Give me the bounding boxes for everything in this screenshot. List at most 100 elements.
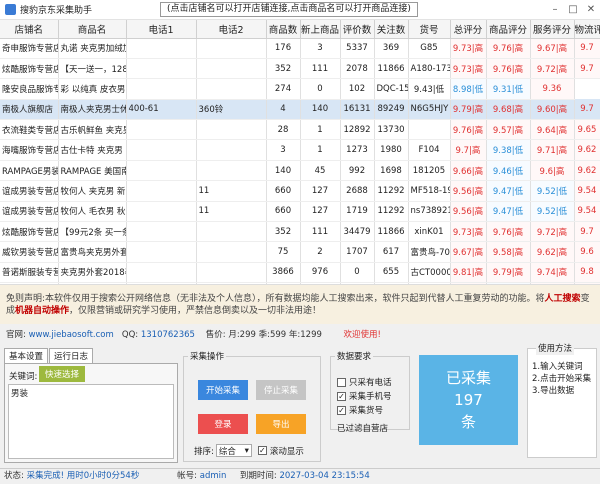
table-cell: 9.54: [574, 180, 600, 202]
table-cell[interactable]: 奇申服饰专营店: [0, 38, 59, 59]
table-row[interactable]: 谊成男装专营店 牧何人 毛衣男 秋 11 660 127 1719 11292 ns73892…: [0, 201, 600, 223]
maximize-icon[interactable]: □: [564, 4, 582, 15]
table-cell: 127: [300, 180, 341, 202]
table-row[interactable]: 炫酷服饰专营店 【99元2条 买一条 352 111 34479 11866 xinK01 9…: [0, 221, 600, 243]
column-header[interactable]: 电话2: [196, 20, 267, 39]
qq-link[interactable]: 1310762365: [141, 330, 195, 340]
table-cell[interactable]: 谊成男装专营店: [0, 201, 59, 223]
table-cell: MF518-19: [408, 180, 451, 202]
column-header[interactable]: 服务评分: [530, 20, 575, 39]
table-cell: [196, 241, 267, 263]
column-header[interactable]: 总评分: [450, 20, 487, 39]
phone-only-checkbox[interactable]: [337, 377, 346, 387]
stop-collect-button[interactable]: 停止采集: [256, 380, 306, 400]
table-cell: 9.76|高: [486, 58, 531, 80]
column-header[interactable]: 新上商品: [300, 20, 341, 39]
column-header[interactable]: 物流评: [574, 20, 600, 39]
table-row[interactable]: 谊成男装专营店 牧何人 夹克男 新 11 660 127 2688 11292 MF518-1…: [0, 180, 600, 202]
table-cell: 9.68|高: [486, 99, 531, 121]
table-row[interactable]: 威钦男装专营店 富贵鸟夹克男外套 75 2 1707 617 富贵鸟-70 9.67|高 9.5…: [0, 241, 600, 263]
website-link[interactable]: www.jiebaosoft.com: [29, 330, 114, 340]
table-cell: 9.7|高: [450, 139, 487, 161]
table-cell[interactable]: 丸诺 夹克男加绒加: [58, 38, 127, 59]
keywords-panel: 关键词: 快速选择 男装: [4, 363, 178, 463]
table-row[interactable]: 隆安良品服饰专营店彩 以纯真 皮衣男 2740102DQC-15669.43|低8…: [0, 78, 600, 100]
table-cell: 11: [196, 201, 267, 223]
table-cell: 9.65: [574, 119, 600, 141]
close-icon[interactable]: ✕: [582, 4, 600, 15]
table-cell: 9.76|高: [450, 119, 487, 141]
table-cell[interactable]: RAMPAGE 美国南: [58, 160, 127, 182]
table-cell[interactable]: 威钦男装专营店: [0, 241, 59, 263]
table-cell[interactable]: 南极人夹克男士休: [58, 99, 127, 121]
table-cell[interactable]: 【天一送一，128: [58, 58, 127, 80]
table-row[interactable]: 南极人旗舰店 南极人夹克男士休 400-61 360铃 4 140 16131 89249 N6…: [0, 99, 600, 121]
table-cell: 1: [300, 139, 341, 161]
column-header[interactable]: 商品数: [266, 20, 301, 39]
sort-select[interactable]: 综合 ▾: [215, 444, 252, 457]
table-cell[interactable]: 南极人旗舰店: [0, 99, 59, 121]
table-row[interactable]: 炫酷服饰专营店 【天一送一，128 352 111 2078 11866 A180-173 9…: [0, 58, 600, 80]
table-cell[interactable]: 彩 以纯真 皮衣男: [58, 78, 127, 100]
scroll-checkbox[interactable]: ✓: [257, 446, 267, 455]
table-cell[interactable]: 炫酷服饰专营店: [0, 58, 59, 80]
results-grid[interactable]: 店铺名 商品名 电话1 电话2 商品数 新上商品 评价数 关注数 货号 总评分 商品评分 服务评分 物流…: [0, 20, 600, 284]
column-header[interactable]: 关注数: [374, 20, 409, 39]
minimize-icon[interactable]: –: [546, 4, 564, 15]
table-cell: 34479: [340, 221, 375, 243]
table-cell: [196, 58, 267, 80]
table-cell: 11866: [374, 221, 409, 243]
table-cell[interactable]: RAMPAGE男装旗: [0, 160, 59, 182]
table-cell: 976: [300, 262, 341, 284]
table-cell[interactable]: 隆安良品服饰专营店: [0, 78, 59, 100]
table-cell[interactable]: 谊成男装专营店: [0, 180, 59, 202]
table-cell: 9.76|高: [486, 221, 531, 243]
table-cell[interactable]: 炫酷服饰专营店: [0, 221, 59, 243]
table-cell[interactable]: 古仕卡特 夹克男: [58, 139, 127, 161]
tab-run-log[interactable]: 运行日志: [49, 348, 94, 364]
table-cell[interactable]: 夹克男外套2018春: [58, 262, 127, 284]
table-cell[interactable]: 牧何人 夹克男 新: [58, 180, 127, 202]
export-button[interactable]: 导出: [256, 414, 306, 434]
login-button[interactable]: 登录: [198, 414, 248, 434]
table-cell: 0: [300, 78, 341, 100]
table-row[interactable]: 衣流鞋类专营店 古乐帆鲜鱼 夹克男 28 1 12892 13730 9.76|高 9.57|…: [0, 119, 600, 141]
table-cell[interactable]: 【99元2条 买一条: [58, 221, 127, 243]
table-cell: 9.74|高: [530, 262, 575, 284]
table-cell[interactable]: 牧何人 毛衣男 秋: [58, 201, 127, 223]
column-header[interactable]: 货号: [408, 20, 451, 39]
collect-sku-checkbox[interactable]: ✓: [337, 405, 346, 415]
table-cell[interactable]: 古乐帆鲜鱼 夹克男: [58, 119, 127, 141]
column-header[interactable]: 商品评分: [486, 20, 531, 39]
status-text: 采集完成! 用时0小时0分54秒: [26, 471, 140, 481]
table-row[interactable]: RAMPAGE男装旗RAMPAGE 美国南1404599216981812059…: [0, 160, 600, 182]
table-cell: 9.52|低: [530, 180, 575, 202]
table-row[interactable]: 海嘴服饰专营店 古仕卡特 夹克男 3 1 1273 1980 F104 9.7|高 9.38|低…: [0, 139, 600, 161]
column-header[interactable]: 电话1: [126, 20, 197, 39]
column-header[interactable]: 店铺名: [0, 20, 59, 39]
table-cell: 11: [196, 180, 267, 202]
table-cell: 660: [266, 201, 301, 223]
tab-basic-settings[interactable]: 基本设置: [4, 348, 49, 364]
table-cell[interactable]: 普诺斯服装专营店: [0, 262, 59, 284]
quick-select-button[interactable]: 快速选择: [39, 366, 86, 382]
collect-phone-checkbox[interactable]: ✓: [337, 391, 346, 401]
keywords-input[interactable]: 男装: [8, 384, 174, 459]
table-cell: [126, 180, 197, 202]
table-cell: 9.31|低: [486, 78, 531, 100]
table-cell: [196, 262, 267, 284]
table-cell: 9.73|高: [450, 221, 487, 243]
table-cell: 9.7: [574, 99, 600, 121]
table-row[interactable]: 奇申服饰专营店 丸诺 夹克男加绒加 176 3 5337 369 G85 9.73|高 9.76…: [0, 38, 600, 59]
table-cell: 2078: [340, 58, 375, 80]
table-cell[interactable]: 海嘴服饰专营店: [0, 139, 59, 161]
column-header[interactable]: 评价数: [340, 20, 375, 39]
start-collect-button[interactable]: 开始采集: [198, 380, 248, 400]
table-cell[interactable]: 富贵鸟夹克男外套: [58, 241, 127, 263]
table-cell: 1707: [340, 241, 375, 263]
table-cell: 3: [266, 139, 301, 161]
table-cell[interactable]: 衣流鞋类专营店: [0, 119, 59, 141]
column-header[interactable]: 商品名: [58, 20, 127, 39]
filter-status: 已过滤自营店: [337, 424, 389, 434]
table-row[interactable]: 普诺斯服装专营店夹克男外套2018春 38669760655古CT00009.81…: [0, 262, 600, 284]
